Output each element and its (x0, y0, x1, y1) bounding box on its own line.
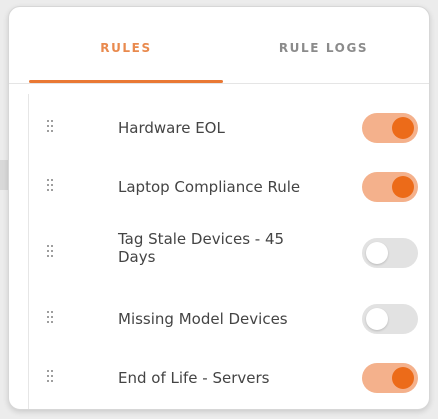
tab-bar: RULES RULE LOGS (9, 7, 429, 84)
list-item-end-of-life-servers[interactable]: End of Life - Servers (29, 352, 421, 404)
drag-handle-icon[interactable] (47, 120, 57, 136)
toggle-knob (366, 308, 388, 330)
tab-rule-logs[interactable]: RULE LOGS (236, 41, 411, 65)
list-item-hardware-eol[interactable]: Hardware EOL (29, 102, 421, 154)
list-item-tag-stale-devices[interactable]: Tag Stale Devices - 45 Days (29, 221, 421, 285)
toggle-hardware-eol[interactable] (362, 113, 418, 143)
drag-handle-icon[interactable] (47, 370, 57, 386)
toggle-knob (392, 117, 414, 139)
rule-name: Missing Model Devices (118, 310, 288, 328)
tab-rules[interactable]: RULES (29, 41, 223, 65)
toggle-end-of-life-servers[interactable] (362, 363, 418, 393)
list-item-laptop-compliance-rule[interactable]: Laptop Compliance Rule (29, 161, 421, 213)
active-tab-indicator (29, 80, 223, 83)
rule-name: Tag Stale Devices - 45 Days (118, 230, 285, 266)
toggle-knob (366, 242, 388, 264)
drag-handle-icon[interactable] (47, 245, 57, 261)
rules-list: Hardware EOL Laptop Compliance Rule Tag … (28, 94, 421, 409)
list-item-missing-model-devices[interactable]: Missing Model Devices (29, 293, 421, 345)
rule-name: Laptop Compliance Rule (118, 178, 301, 196)
toggle-laptop-compliance-rule[interactable] (362, 172, 418, 202)
drag-handle-icon[interactable] (47, 311, 57, 327)
screen: RULES RULE LOGS Hardware EOL Laptop Comp… (0, 0, 438, 419)
toggle-missing-model-devices[interactable] (362, 304, 418, 334)
drag-handle-icon[interactable] (47, 179, 57, 195)
rule-name: End of Life - Servers (118, 369, 270, 387)
rule-name: Hardware EOL (118, 119, 225, 137)
rules-panel: RULES RULE LOGS Hardware EOL Laptop Comp… (8, 6, 430, 410)
toggle-tag-stale-devices[interactable] (362, 238, 418, 268)
toggle-knob (392, 367, 414, 389)
toggle-knob (392, 176, 414, 198)
